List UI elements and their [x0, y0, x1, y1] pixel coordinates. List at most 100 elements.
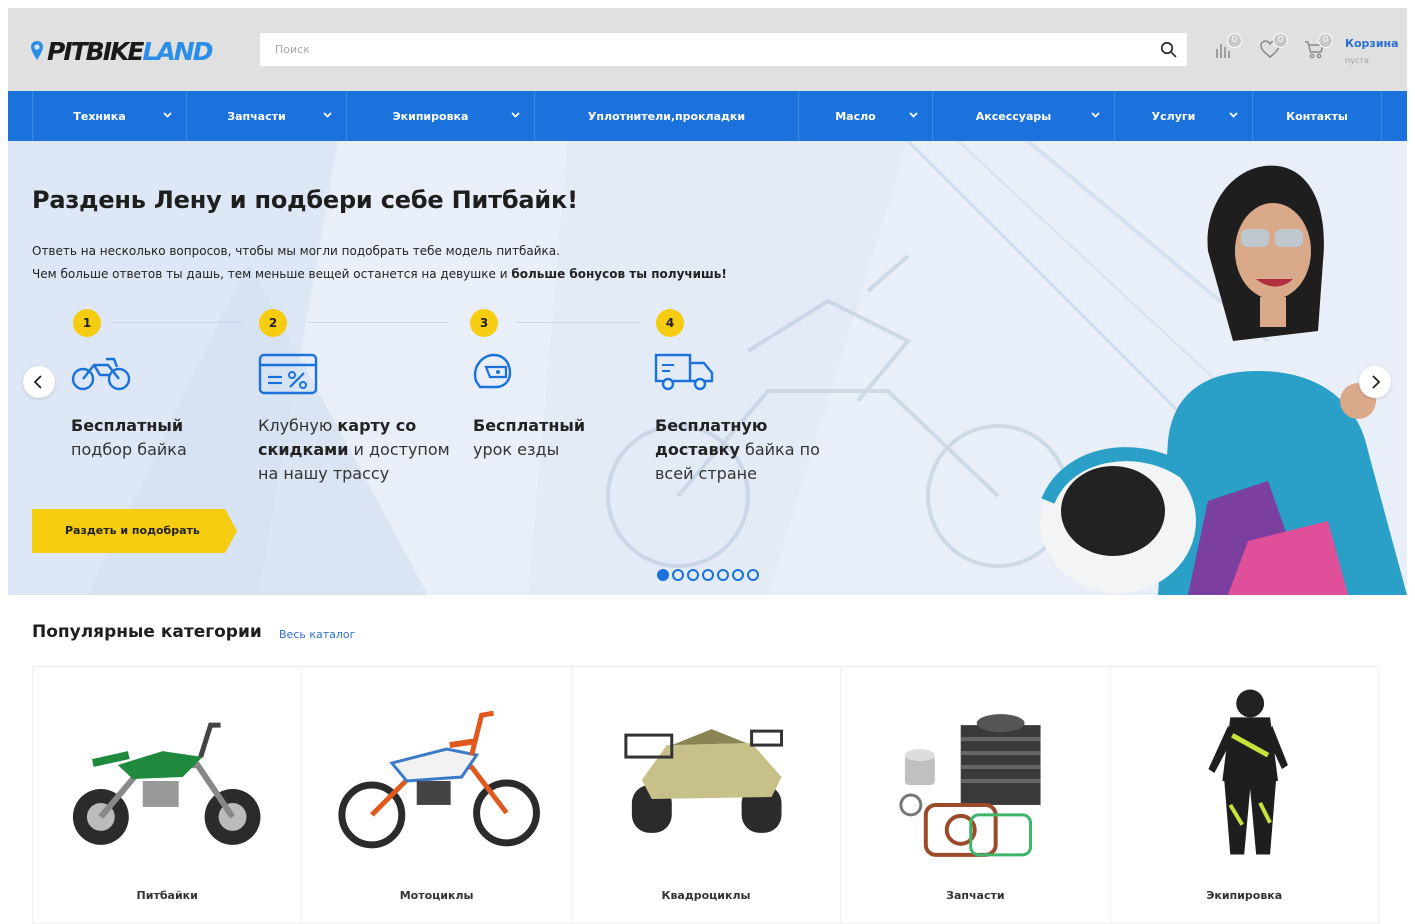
category-label: Экипировка — [1206, 889, 1283, 902]
step-text-2-bold-b: скидками — [258, 440, 349, 459]
slider-next-button[interactable] — [1359, 366, 1391, 398]
cart-status: пуста — [1345, 56, 1369, 65]
step-text-2-plain-b: и доступом — [348, 440, 450, 459]
step-text-3: Бесплатный урок езды — [473, 414, 585, 462]
compare-count-badge: 0 — [1227, 33, 1242, 48]
rider-figure — [1040, 165, 1407, 595]
nav-item-label: Уплотнители,прокладки — [587, 109, 746, 123]
category-card-parts[interactable]: Запчасти — [840, 666, 1110, 924]
favorites-button[interactable]: 0 — [1258, 33, 1288, 64]
chevron-down-icon — [1229, 112, 1238, 118]
nav-item-aksessuary[interactable]: Аксессуары — [932, 91, 1114, 141]
slider-dot[interactable] — [732, 569, 744, 581]
slider-dot[interactable] — [657, 569, 669, 581]
nav-item-maslo[interactable]: Масло — [798, 91, 932, 141]
nav-item-label: Масло — [835, 109, 876, 123]
category-label: Запчасти — [946, 889, 1005, 902]
step-text-4-bold-b: доставку — [655, 440, 740, 459]
main-nav: Техника Запчасти Экипировка Уплотнители,… — [8, 91, 1407, 141]
hero-subtitle-2: Чем больше ответов ты дашь, тем меньше в… — [32, 267, 727, 281]
search-icon[interactable] — [1160, 41, 1177, 58]
helmet-icon — [473, 353, 512, 389]
step-text-2-plain-a: Клубную — [258, 416, 338, 435]
nav-item-zapchasti[interactable]: Запчасти — [186, 91, 346, 141]
motorcycle-icon — [71, 357, 131, 391]
nav-item-tekhnika[interactable]: Техника — [32, 91, 186, 141]
chevron-down-icon — [511, 112, 520, 118]
category-card-motorcycles[interactable]: Мотоциклы — [301, 666, 571, 924]
hero-title: Раздень Лену и подбери себе Питбайк! — [32, 186, 578, 214]
hero-subtitle-2-bold: больше бонусов ты получишь! — [511, 267, 727, 281]
cta-button[interactable]: Раздеть и подобрать — [32, 509, 237, 553]
page: PITBIKELAND 0 0 — [0, 0, 1415, 924]
step-connector — [516, 322, 641, 323]
favorites-count-badge: 0 — [1273, 33, 1288, 48]
step-text-4-bold-a: Бесплатную — [655, 416, 768, 435]
chevron-down-icon — [909, 112, 918, 118]
chevron-down-icon — [1091, 112, 1100, 118]
categories-grid: Питбайки Мотоциклы Квадроциклы Запчасти … — [32, 666, 1379, 924]
slider-dot[interactable] — [687, 569, 699, 581]
step-connector — [308, 322, 448, 323]
slider-dot[interactable] — [717, 569, 729, 581]
step-number-3: 3 — [470, 309, 498, 337]
search-box — [260, 33, 1187, 66]
category-card-gear[interactable]: Экипировка — [1109, 666, 1379, 924]
step-text-2: Клубную карту со скидками и доступом на … — [258, 414, 450, 486]
pitbike-image — [72, 722, 261, 845]
step-text-1: Бесплатный подбор байка — [71, 414, 187, 462]
cart-button[interactable]: 0 — [1303, 33, 1333, 64]
slider-dot[interactable] — [747, 569, 759, 581]
hero-subtitle-2-text: Чем больше ответов ты дашь, тем меньше в… — [32, 267, 512, 281]
cart-title[interactable]: Корзина — [1345, 37, 1399, 50]
chevron-down-icon — [163, 112, 172, 118]
step-text-3-bold: Бесплатный — [473, 416, 586, 435]
nav-item-kontakty[interactable]: Контакты — [1252, 91, 1382, 141]
category-card-pitbikes[interactable]: Питбайки — [32, 666, 302, 924]
category-card-quads[interactable]: Квадроциклы — [570, 666, 841, 924]
nav-item-label: Техника — [73, 109, 126, 123]
nav-item-ekipirovka[interactable]: Экипировка — [346, 91, 534, 141]
site-header: PITBIKELAND 0 0 — [8, 8, 1407, 91]
slider-dot[interactable] — [672, 569, 684, 581]
all-catalog-link[interactable]: Весь каталог — [279, 628, 355, 641]
categories-title: Популярные категории — [32, 622, 262, 642]
nav-item-label: Экипировка — [392, 109, 469, 123]
step-text-1-bold: Бесплатный — [71, 416, 184, 435]
step-text-2-plain-c: на нашу трассу — [258, 464, 390, 483]
category-label: Питбайки — [136, 889, 198, 902]
hero-subtitle-1: Ответь на несколько вопросов, чтобы мы м… — [32, 244, 560, 258]
chevron-right-icon — [1372, 375, 1381, 389]
slider-dots — [657, 569, 759, 581]
logo-text-accent: LAND — [142, 36, 214, 66]
search-input[interactable] — [260, 33, 1140, 66]
slider-dot[interactable] — [702, 569, 714, 581]
chevron-down-icon — [323, 112, 332, 118]
engine-parts-image — [899, 714, 1041, 857]
compare-button[interactable]: 0 — [1212, 33, 1242, 64]
nav-item-label: Аксессуары — [975, 109, 1052, 123]
logo-text-main: PITBIKE — [47, 36, 144, 66]
step-text-4-plain-b: байка по — [739, 440, 820, 459]
slider-prev-button[interactable] — [23, 366, 55, 398]
hero-slider: Раздень Лену и подбери себе Питбайк! Отв… — [8, 141, 1407, 595]
step-connector — [112, 322, 242, 323]
step-number-1: 1 — [73, 309, 101, 337]
delivery-truck-icon — [654, 353, 714, 391]
step-number-4: 4 — [656, 309, 684, 337]
nav-item-uplotniteli[interactable]: Уплотнители,прокладки — [534, 91, 798, 141]
chevron-left-icon — [33, 375, 42, 389]
nav-item-uslugi[interactable]: Услуги — [1114, 91, 1252, 141]
step-text-4-plain-c: всей стране — [655, 464, 757, 483]
motorcycle-image — [338, 710, 541, 849]
nav-item-label: Контакты — [1286, 109, 1348, 123]
location-pin-icon — [31, 41, 43, 60]
logo[interactable]: PITBIKE LAND — [30, 36, 214, 66]
step-text-4: Бесплатную доставку байка по всей стране — [655, 414, 820, 486]
cart-count-badge: 0 — [1318, 33, 1333, 48]
quad-image — [624, 729, 783, 833]
step-text-3-plain: урок езды — [473, 440, 560, 459]
step-number-2: 2 — [259, 309, 287, 337]
discount-card-icon — [258, 353, 318, 395]
riding-gear-image — [1207, 689, 1288, 855]
